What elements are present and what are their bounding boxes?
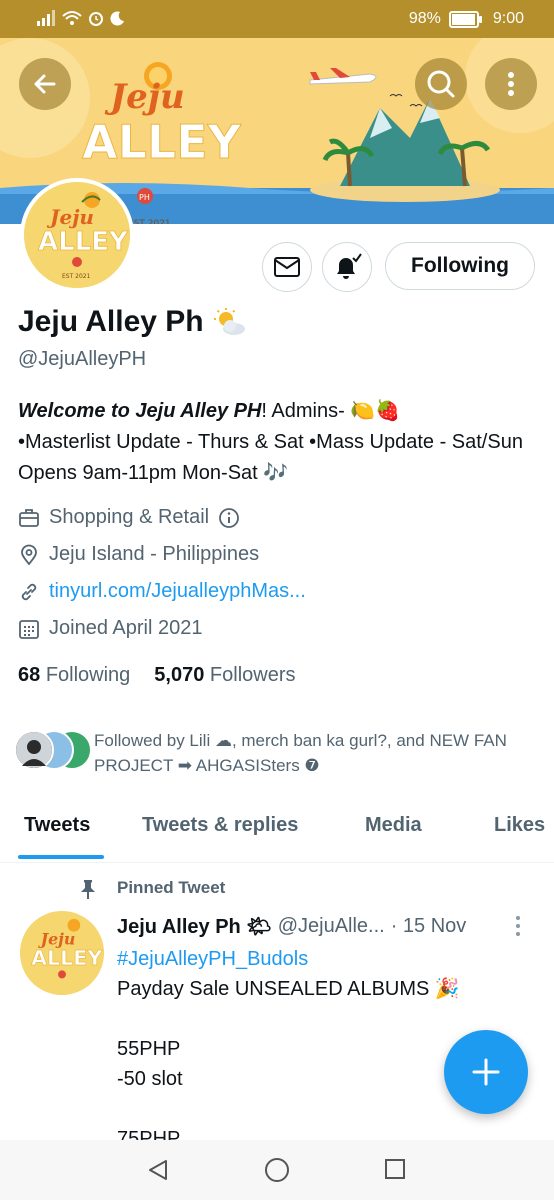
sun-cloud-icon — [213, 308, 245, 335]
more-vertical-icon — [508, 72, 514, 96]
following-button[interactable]: Following — [385, 242, 535, 290]
tweet-text: Payday Sale UNSEALED ALBUMS 🎉 55PHP -50 … — [117, 978, 460, 1150]
tab-tweets-replies[interactable]: Tweets & replies — [142, 814, 298, 837]
nav-recents-icon[interactable] — [384, 1158, 406, 1180]
back-button[interactable] — [19, 58, 71, 110]
tab-media[interactable]: Media — [365, 814, 422, 837]
profile-website-link[interactable]: tinyurl.com/JejualleyphMas... — [49, 580, 306, 603]
system-nav-bar — [0, 1140, 554, 1200]
back-arrow-icon — [34, 74, 56, 94]
tweet-author-name[interactable]: Jeju Alley Ph 🌤 — [117, 914, 272, 939]
active-tab-indicator — [18, 855, 104, 859]
followers-label: Followers — [209, 664, 296, 686]
message-button[interactable] — [262, 242, 312, 292]
mail-icon — [274, 257, 300, 277]
joined-row: Joined April 2021 — [18, 617, 202, 640]
clock: 9:00 — [492, 10, 524, 27]
avatar-logo-graphic: Jeju ALLEY EST 2021 — [24, 182, 130, 288]
svg-text:Jeju: Jeju — [46, 205, 94, 229]
tweet-author-avatar[interactable]: Jeju ALLEY — [20, 911, 104, 995]
status-icons-right: 98% 9:00 — [409, 10, 524, 28]
tweet-hashtag[interactable]: #JejuAlleyPH_Budols — [117, 948, 308, 970]
tweet-more-icon[interactable] — [514, 915, 522, 937]
link-icon — [21, 583, 37, 600]
info-icon[interactable] — [218, 507, 240, 529]
alarm-icon — [89, 12, 103, 26]
followed-by-text: Followed by Lili ☁, merch ban ka gurl?, … — [94, 731, 507, 775]
pin-icon — [81, 880, 95, 899]
status-bar: 98% 9:00 — [0, 0, 554, 38]
tweet-date: · 15 Nov — [390, 915, 467, 937]
plus-icon — [472, 1058, 500, 1086]
svg-text:ALLEY: ALLEY — [38, 227, 129, 257]
signal-icon — [37, 10, 55, 26]
avatar-logo: Jeju ALLEY EST 2021 — [24, 182, 130, 288]
svg-text:EST 2021: EST 2021 — [128, 219, 171, 224]
nav-back-icon[interactable] — [146, 1158, 170, 1182]
search-icon — [427, 70, 455, 98]
nav-home-icon[interactable] — [264, 1157, 290, 1183]
battery-icon — [448, 10, 482, 28]
profile-name-row: Jeju Alley Ph — [18, 305, 248, 339]
notifications-button[interactable] — [322, 242, 372, 292]
category-row: Shopping & Retail — [18, 506, 240, 529]
compose-tweet-button[interactable] — [444, 1030, 528, 1114]
following-count-link[interactable]: 68 Following — [18, 664, 130, 687]
tweet-header: Jeju Alley Ph 🌤 @JejuAlle... · 15 Nov — [117, 914, 466, 939]
following-count: 68 — [18, 664, 41, 686]
bio-admins: ! Admins- 🍋🍓 — [261, 400, 401, 422]
location-row: Jeju Island - Philippines — [18, 543, 259, 566]
svg-text:Jeju: Jeju — [104, 77, 185, 117]
website-row: tinyurl.com/JejualleyphMas... — [18, 580, 306, 603]
bell-check-icon — [337, 253, 362, 279]
profile-joined: Joined April 2021 — [49, 617, 203, 639]
pinned-tweet-label: Pinned Tweet — [117, 878, 226, 897]
tweet-author-handle: @JejuAlle... — [277, 915, 385, 937]
profile-avatar[interactable]: Jeju ALLEY EST 2021 — [20, 178, 134, 292]
avatar — [14, 730, 54, 770]
more-options-button[interactable] — [485, 58, 537, 110]
calendar-icon — [19, 619, 39, 639]
battery-percent: 98% — [408, 10, 441, 27]
profile-name: Jeju Alley Ph — [18, 305, 204, 338]
battery-level — [451, 13, 476, 25]
bio-schedule: •Masterlist Update - Thurs & Sat •Mass U… — [18, 431, 523, 484]
profile-category: Shopping & Retail — [49, 506, 210, 528]
status-icons-left — [36, 10, 126, 26]
wifi-icon — [62, 11, 82, 25]
svg-text:ALLEY: ALLEY — [31, 946, 103, 970]
tab-tweets[interactable]: Tweets — [24, 814, 90, 837]
profile-handle: @JejuAlleyPH — [18, 348, 147, 370]
svg-text:PH: PH — [139, 193, 150, 202]
follow-counts: 68 Following 5,070 Followers — [18, 664, 296, 687]
followers-count: 5,070 — [154, 664, 205, 686]
search-button[interactable] — [415, 58, 467, 110]
tweet-avatar-logo: Jeju ALLEY — [20, 911, 104, 995]
profile-tabs: Tweets Tweets & replies Media Likes — [0, 800, 554, 863]
briefcase-icon — [19, 508, 39, 527]
bio-greeting: Welcome to Jeju Alley PH — [18, 400, 262, 422]
profile-bio: Welcome to Jeju Alley PH! Admins- 🍋🍓 •Ma… — [18, 396, 538, 489]
svg-text:EST 2021: EST 2021 — [62, 273, 91, 280]
svg-text:ALLEY: ALLEY — [82, 115, 242, 169]
moon-icon — [110, 11, 124, 26]
followed-by-row[interactable]: Followed by Lili ☁, merch ban ka gurl?, … — [14, 728, 534, 776]
followers-count-link[interactable]: 5,070 Followers — [154, 664, 295, 687]
tab-likes[interactable]: Likes — [494, 814, 545, 837]
profile-location: Jeju Island - Philippines — [49, 543, 260, 565]
following-label: Following — [45, 664, 131, 686]
location-pin-icon — [21, 544, 37, 565]
